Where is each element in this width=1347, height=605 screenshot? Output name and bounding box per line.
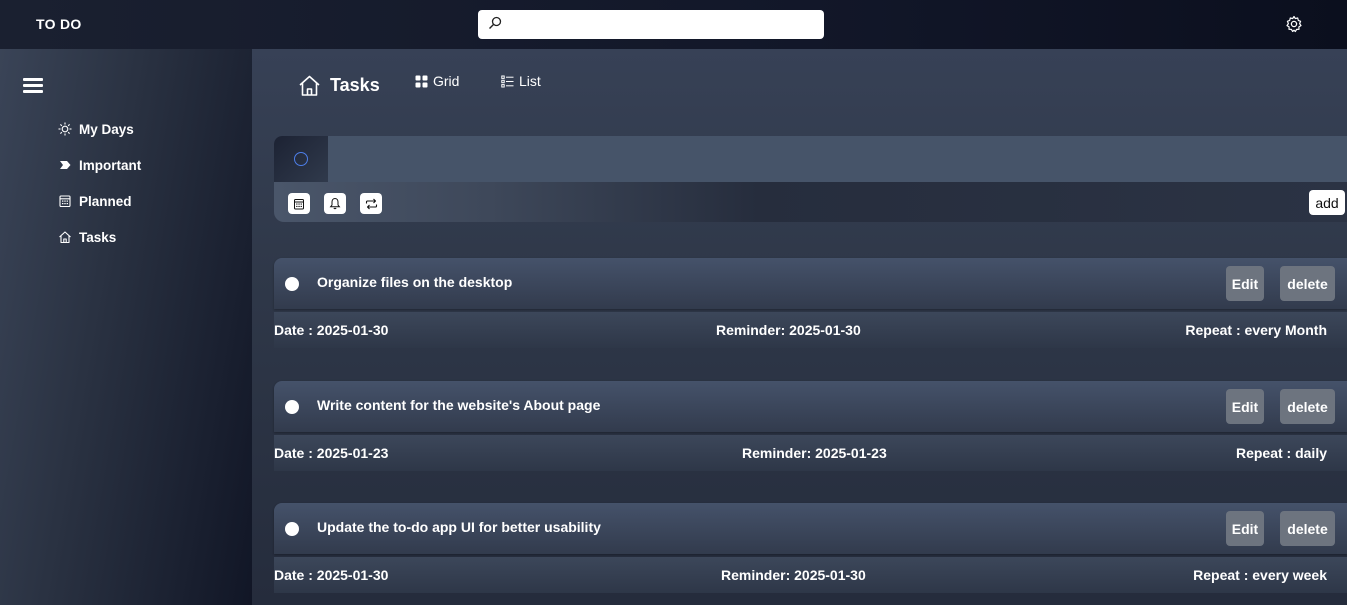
edit-task-button[interactable]: Edit (1226, 511, 1264, 546)
task-complete-toggle[interactable] (285, 277, 299, 291)
calendar-icon (294, 198, 304, 209)
task-title: Update the to-do app UI for better usabi… (317, 519, 601, 535)
menu-icon[interactable] (23, 78, 43, 94)
sun-icon (58, 122, 72, 136)
page-title: Tasks (330, 75, 380, 95)
bell-icon (329, 197, 341, 210)
page-header: Tasks (298, 74, 380, 97)
sidebar-item-important[interactable]: Important (58, 155, 141, 175)
edit-task-button[interactable]: Edit (1226, 266, 1264, 301)
search-box[interactable] (478, 10, 824, 39)
task-complete-toggle[interactable] (285, 522, 299, 536)
task-reminder: Reminder: 2025-01-30 (716, 322, 861, 338)
composer-toolbar (274, 182, 1347, 222)
list-icon (501, 75, 514, 88)
home-icon (299, 75, 320, 96)
task-complete-toggle[interactable] (285, 400, 299, 414)
sidebar-item-label: My Days (79, 121, 134, 137)
sidebar-item-label: Planned (79, 193, 132, 209)
new-task-checkbox[interactable] (274, 136, 328, 182)
task-date: Date : 2025-01-23 (274, 445, 389, 461)
task-repeat: Repeat : daily (1235, 445, 1327, 461)
search-input[interactable] (508, 13, 816, 36)
grid-view-button[interactable]: Grid (415, 73, 459, 89)
task-card: Organize files on the desktop Edit delet… (274, 258, 1347, 309)
list-view-button[interactable]: List (501, 73, 541, 89)
app-title: TO DO (36, 16, 82, 32)
edit-task-button[interactable]: Edit (1226, 389, 1264, 424)
task-details: Date : 2025-01-30 Reminder: 2025-01-30 R… (274, 557, 1347, 593)
sidebar-item-label: Tasks (79, 229, 117, 245)
sidebar-item-planned[interactable]: Planned (58, 191, 132, 211)
add-task-button[interactable]: add (1309, 190, 1345, 215)
new-task-input[interactable] (330, 144, 1330, 174)
task-date: Date : 2025-01-30 (274, 322, 389, 338)
reminder-button[interactable] (324, 193, 346, 214)
task-reminder: Reminder: 2025-01-23 (742, 445, 887, 461)
grid-view-label: Grid (433, 73, 460, 89)
repeat-icon (365, 198, 377, 209)
search-icon (489, 16, 502, 29)
task-title: Organize files on the desktop (317, 274, 513, 290)
sidebar-item-tasks[interactable]: Tasks (58, 227, 116, 247)
task-details: Date : 2025-01-30 Reminder: 2025-01-30 R… (274, 312, 1347, 348)
arrow-tag-icon (60, 161, 71, 169)
new-task-composer (274, 136, 1347, 182)
task-card: Update the to-do app UI for better usabi… (274, 503, 1347, 554)
task-repeat: Repeat : every Month (1185, 322, 1327, 338)
sidebar-item-my-days[interactable]: My Days (58, 119, 134, 139)
calendar-icon (59, 195, 71, 208)
sidebar-item-label: Important (79, 157, 142, 173)
task-card: Write content for the website's About pa… (274, 381, 1347, 432)
task-details: Date : 2025-01-23 Reminder: 2025-01-23 R… (274, 435, 1347, 471)
delete-task-button[interactable]: delete (1280, 266, 1335, 301)
task-reminder: Reminder: 2025-01-30 (721, 567, 866, 583)
due-date-button[interactable] (288, 193, 310, 214)
gear-icon[interactable] (1284, 14, 1304, 34)
delete-task-button[interactable]: delete (1280, 511, 1335, 546)
grid-icon (415, 75, 428, 87)
repeat-button[interactable] (360, 193, 382, 214)
list-view-label: List (519, 73, 541, 89)
task-date: Date : 2025-01-30 (274, 567, 389, 583)
main-content: Tasks Grid List add Organize files on th… (252, 49, 1347, 605)
delete-task-button[interactable]: delete (1280, 389, 1335, 424)
home-icon (59, 231, 71, 244)
top-bar: TO DO (0, 0, 1347, 49)
task-title: Write content for the website's About pa… (317, 397, 601, 413)
task-repeat: Repeat : every week (1193, 567, 1327, 583)
sidebar: My Days Important Planned Tasks (0, 49, 252, 605)
